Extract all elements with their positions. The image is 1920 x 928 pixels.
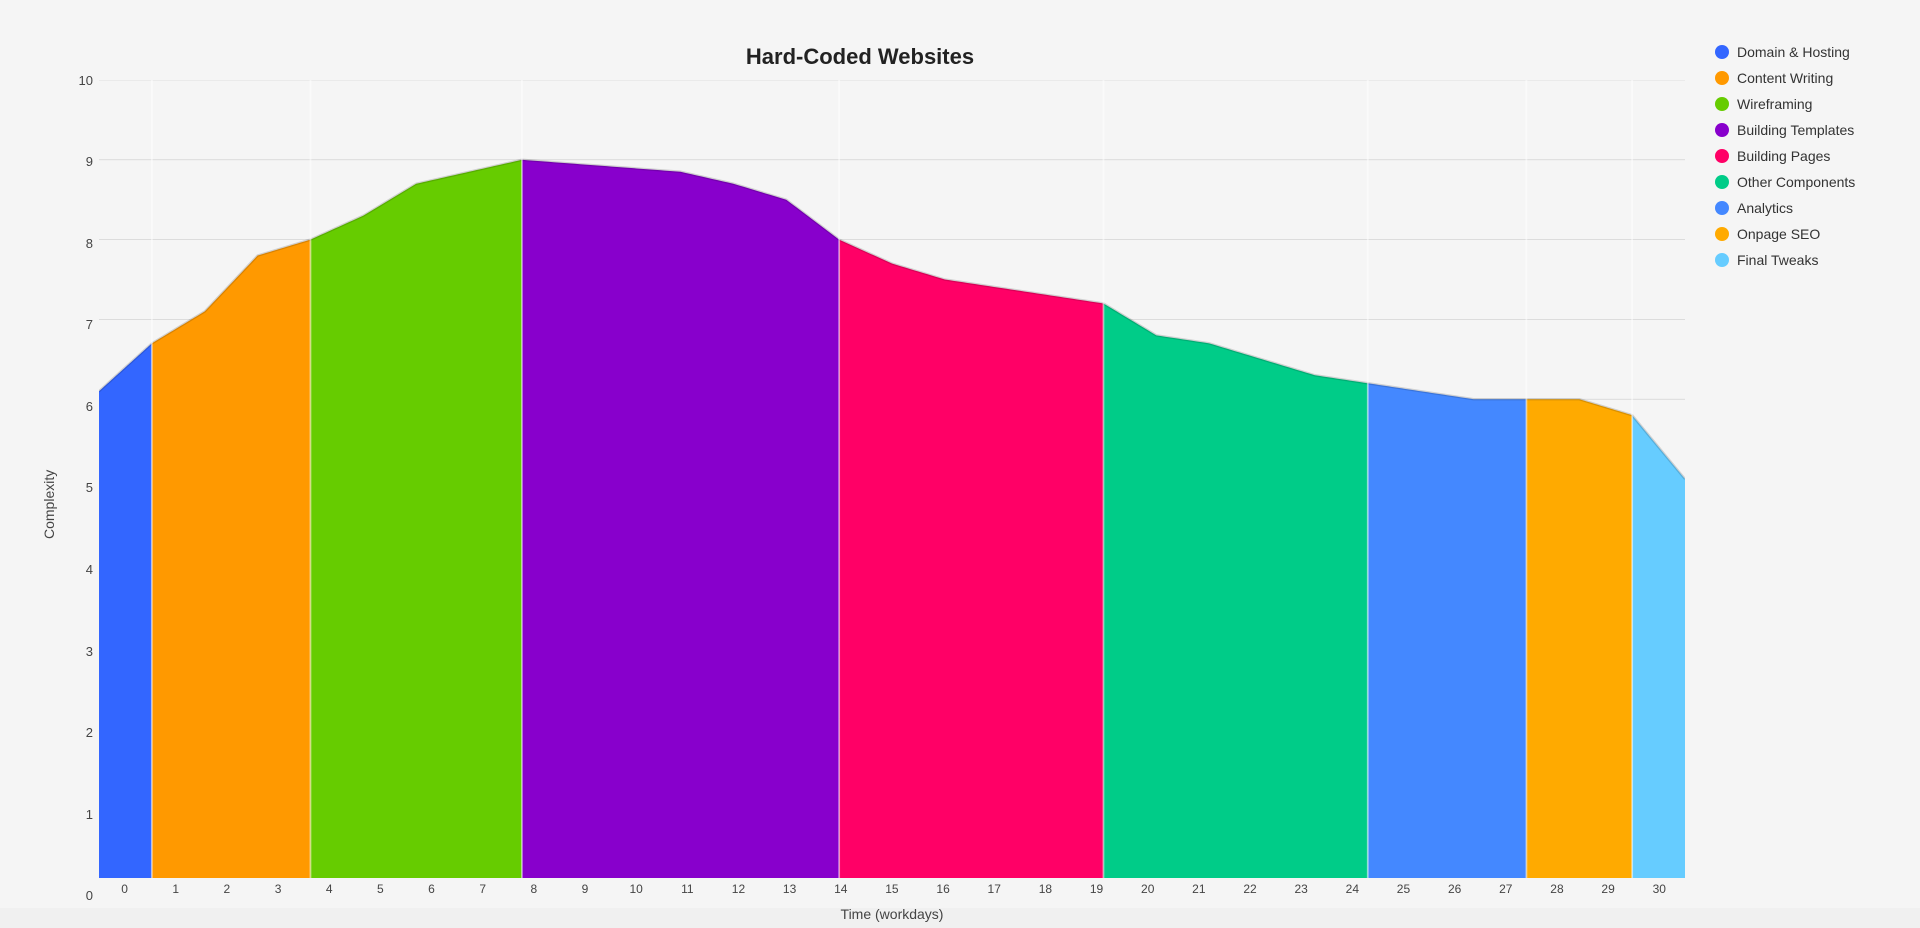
legend-item: Other Components (1715, 174, 1885, 190)
legend-color-dot (1715, 123, 1729, 137)
x-tick: 30 (1634, 882, 1685, 902)
x-tick: 0 (99, 882, 150, 902)
legend-label-text: Final Tweaks (1737, 252, 1818, 268)
legend-color-dot (1715, 45, 1729, 59)
x-tick: 28 (1531, 882, 1582, 902)
legend-item: Domain & Hosting (1715, 44, 1885, 60)
x-tick: 9 (559, 882, 610, 902)
legend: Domain & Hosting Content Writing Wireframi… (1685, 44, 1885, 268)
chart-svg (99, 80, 1685, 878)
x-tick: 24 (1327, 882, 1378, 902)
legend-label-text: Onpage SEO (1737, 226, 1820, 242)
x-tick: 29 (1583, 882, 1634, 902)
segment-content-writing (152, 240, 311, 878)
x-tick: 3 (252, 882, 303, 902)
x-tick: 8 (508, 882, 559, 902)
legend-label-text: Building Templates (1737, 122, 1854, 138)
legend-color-dot (1715, 149, 1729, 163)
x-tick: 7 (457, 882, 508, 902)
x-tick: 27 (1480, 882, 1531, 902)
x-axis: 0123456789101112131415161718192021222324… (99, 878, 1685, 902)
x-tick: 17 (969, 882, 1020, 902)
x-tick: 14 (815, 882, 866, 902)
x-tick: 6 (406, 882, 457, 902)
legend-label-text: Content Writing (1737, 70, 1833, 86)
x-tick: 22 (1224, 882, 1275, 902)
legend-item: Content Writing (1715, 70, 1885, 86)
chart-container: Hard-Coded Websites Complexity 109876543… (0, 0, 1920, 908)
y-axis-label: Complexity (35, 80, 59, 928)
x-tick: 18 (1020, 882, 1071, 902)
x-tick: 10 (611, 882, 662, 902)
segment-analytics (1368, 383, 1527, 878)
x-axis-label: Time (workdays) (99, 906, 1685, 928)
legend-label-text: Wireframing (1737, 96, 1812, 112)
x-tick: 19 (1071, 882, 1122, 902)
x-tick: 20 (1122, 882, 1173, 902)
chart-wrapper: Hard-Coded Websites Complexity 109876543… (35, 44, 1885, 864)
legend-label-text: Domain & Hosting (1737, 44, 1850, 60)
legend-item: Final Tweaks (1715, 252, 1885, 268)
x-tick: 13 (764, 882, 815, 902)
segment-wireframing (310, 160, 521, 878)
legend-label-text: Analytics (1737, 200, 1793, 216)
y-axis: 109876543210 (59, 80, 99, 928)
plot-area (99, 80, 1685, 878)
x-tick: 21 (1173, 882, 1224, 902)
legend-color-dot (1715, 71, 1729, 85)
legend-color-dot (1715, 253, 1729, 267)
chart-area: Hard-Coded Websites Complexity 109876543… (35, 44, 1685, 864)
segment-domain-&-hosting (99, 343, 152, 878)
x-tick: 1 (150, 882, 201, 902)
x-tick: 12 (713, 882, 764, 902)
legend-item: Building Pages (1715, 148, 1885, 164)
x-tick: 11 (662, 882, 713, 902)
chart-inner: Complexity 109876543210 0123456789101112… (35, 80, 1685, 928)
x-tick: 23 (1276, 882, 1327, 902)
x-tick: 16 (918, 882, 969, 902)
x-tick: 25 (1378, 882, 1429, 902)
legend-item: Analytics (1715, 200, 1885, 216)
segment-building-pages (839, 240, 1103, 878)
legend-label-text: Building Pages (1737, 148, 1830, 164)
x-tick: 15 (866, 882, 917, 902)
legend-item: Wireframing (1715, 96, 1885, 112)
segment-final-tweaks (1632, 415, 1685, 878)
segment-onpage-seo (1526, 399, 1632, 878)
legend-color-dot (1715, 175, 1729, 189)
chart-title: Hard-Coded Websites (35, 44, 1685, 70)
legend-color-dot (1715, 201, 1729, 215)
legend-item: Building Templates (1715, 122, 1885, 138)
x-tick: 4 (304, 882, 355, 902)
legend-item: Onpage SEO (1715, 226, 1885, 242)
x-tick: 2 (201, 882, 252, 902)
x-tick: 26 (1429, 882, 1480, 902)
segment-other-components (1103, 303, 1367, 878)
legend-label-text: Other Components (1737, 174, 1855, 190)
legend-color-dot (1715, 97, 1729, 111)
segment-building-templates (522, 160, 839, 878)
plot-and-x: 0123456789101112131415161718192021222324… (99, 80, 1685, 928)
x-tick: 5 (355, 882, 406, 902)
legend-color-dot (1715, 227, 1729, 241)
